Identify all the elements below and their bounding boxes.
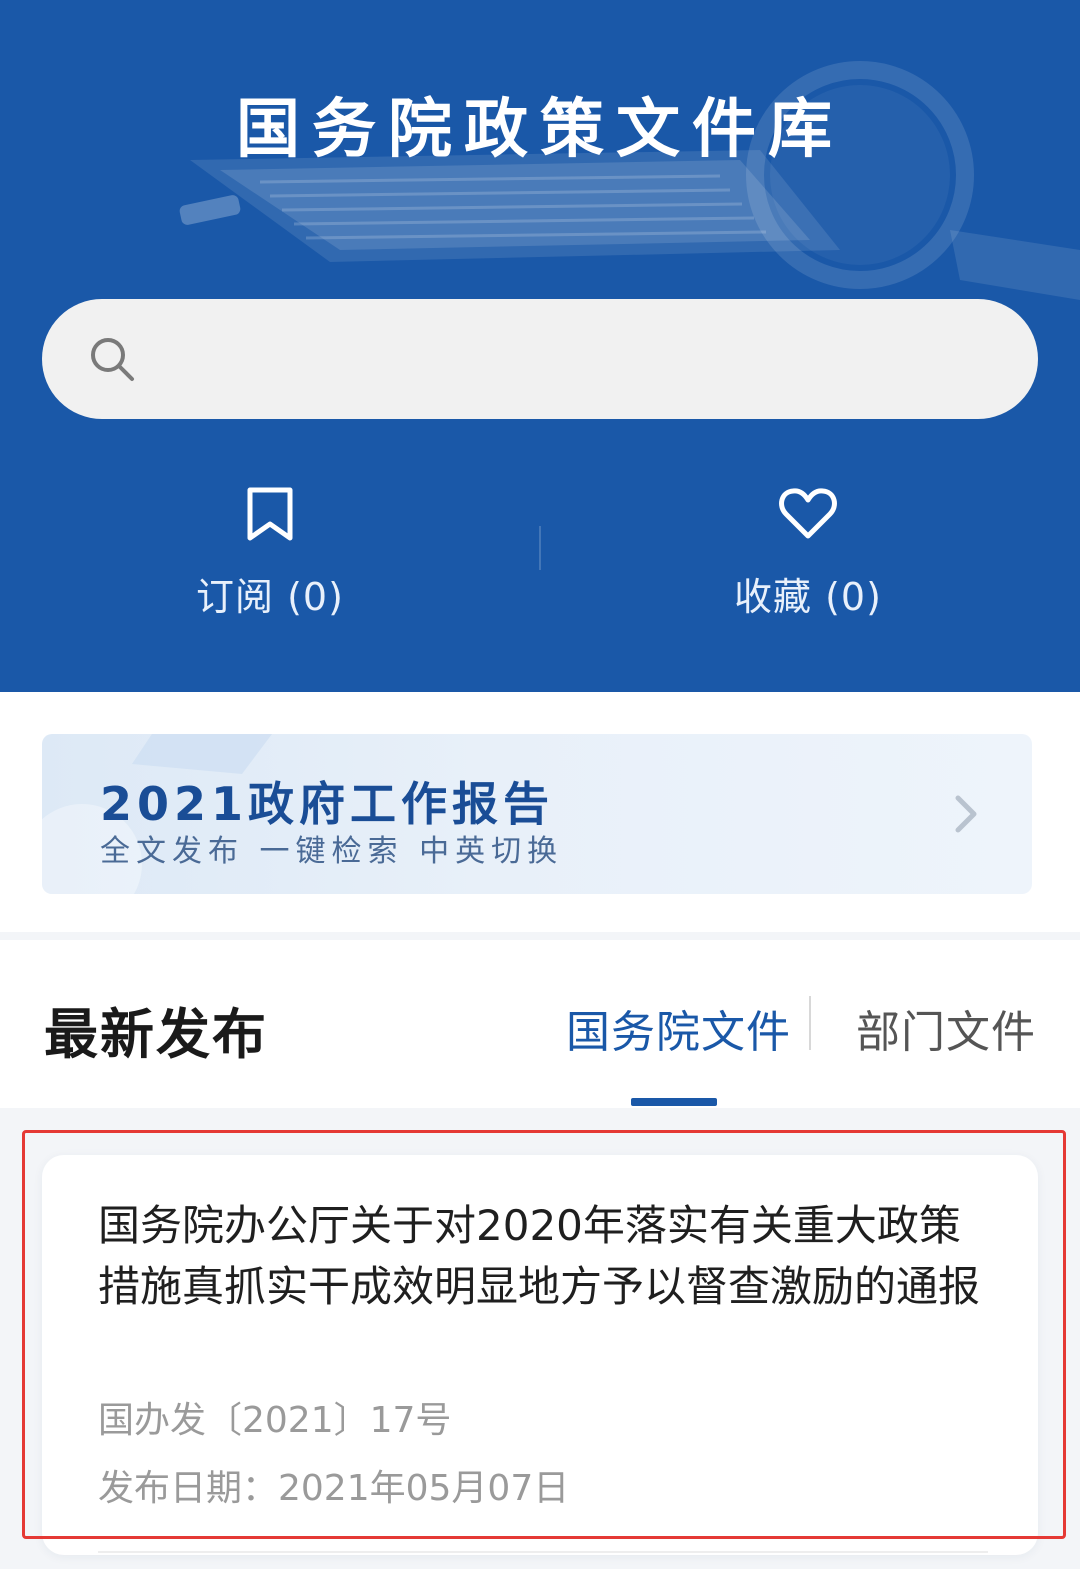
header: 国务院政策文件库 订阅 (0) 收藏 (0) xyxy=(0,0,1080,692)
document-number: 国办发〔2021〕17号 xyxy=(98,1400,452,1441)
search-bar[interactable] xyxy=(42,299,1038,419)
card-divider xyxy=(98,1551,988,1553)
latest-header: 最新发布 国务院文件 部门文件 xyxy=(0,940,1080,1108)
quick-actions-divider xyxy=(539,526,541,570)
app-title: 国务院政策文件库 xyxy=(236,93,844,167)
work-report-banner[interactable]: 2021政府工作报告 全文发布 一键检索 中英切换 xyxy=(42,734,1032,894)
subscribe-label: 订阅 (0) xyxy=(196,575,344,619)
document-title: 国务院办公厅关于对2020年落实有关重大政策措施真抓实干成效明显地方予以督查激励… xyxy=(98,1201,981,1311)
bookmark-icon xyxy=(247,487,293,541)
chevron-right-icon xyxy=(955,795,977,833)
favorites-label: 收藏 (0) xyxy=(734,575,882,619)
tab-divider xyxy=(809,996,811,1050)
active-tab-indicator xyxy=(631,1098,717,1106)
favorites-button[interactable]: 收藏 (0) xyxy=(658,470,958,630)
tab-department-docs[interactable]: 部门文件 xyxy=(856,996,1036,1060)
banner-subtitle: 全文发布 一键检索 中英切换 xyxy=(100,834,564,869)
search-input[interactable] xyxy=(162,329,1002,389)
document-card[interactable]: 国务院办公厅关于对2020年落实有关重大政策措施真抓实干成效明显地方予以督查激励… xyxy=(42,1155,1038,1555)
subscribe-button[interactable]: 订阅 (0) xyxy=(120,470,420,630)
publish-date: 发布日期：2021年05月07日 xyxy=(98,1468,570,1509)
banner-title: 2021政府工作报告 xyxy=(100,777,555,831)
section-title: 最新发布 xyxy=(44,1003,268,1066)
heart-icon xyxy=(779,488,837,539)
tab-state-council-docs[interactable]: 国务院文件 xyxy=(566,996,791,1060)
quick-actions: 订阅 (0) 收藏 (0) xyxy=(0,470,1080,630)
search-icon xyxy=(91,338,134,381)
